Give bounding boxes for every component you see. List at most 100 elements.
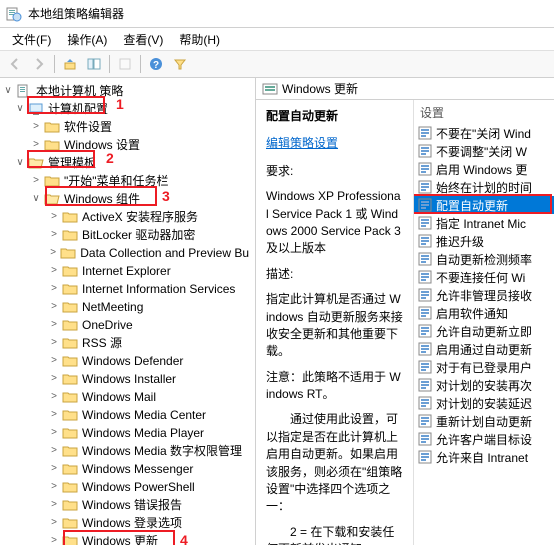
help-button[interactable]: ? [145,53,167,75]
setting-label: 配置自动更新 [436,197,508,214]
tree-toggle[interactable]: > [48,208,60,226]
setting-item[interactable]: 允许客户端目标设 [414,430,554,448]
tree-toggle[interactable]: ∨ [14,100,26,118]
filter-button[interactable] [169,53,191,75]
tree-pane[interactable]: ∨本地计算机 策略∨计算机配置>软件设置>Windows 设置∨管理模板>"开始… [0,78,256,545]
tree-item-0[interactable]: >ActiveX 安装程序服务 [0,208,255,226]
setting-item[interactable]: 对计划的安装再次 [414,376,554,394]
tree-item-6[interactable]: >OneDrive [0,316,255,334]
menu-help[interactable]: 帮助(H) [171,29,228,50]
setting-item[interactable]: 推迟升级 [414,232,554,250]
tree-toggle[interactable]: > [48,388,60,406]
setting-item[interactable]: 启用通过自动更新 [414,340,554,358]
toolbar-separator [109,55,110,73]
export-button[interactable] [114,53,136,75]
setting-item[interactable]: 对于有已登录用户 [414,358,554,376]
tree-item-5[interactable]: >NetMeeting [0,298,255,316]
tree-toggle[interactable]: > [48,424,60,442]
tree-item-13[interactable]: > Windows Media 数字权限管理 [0,442,255,460]
tree-toggle[interactable]: > [48,460,60,478]
setting-item[interactable]: 配置自动更新 [414,196,554,214]
setting-item[interactable]: 不要在"关闭 Wind [414,124,554,142]
tree-toggle[interactable]: > [48,370,60,388]
tree-toggle[interactable]: > [48,316,60,334]
tree-root-node[interactable]: ∨本地计算机 策略 [0,82,255,100]
setting-item[interactable]: 自动更新检测频率 [414,250,554,268]
tree-item-15[interactable]: >Windows PowerShell [0,478,255,496]
setting-item[interactable]: 指定 Intranet Mic [414,214,554,232]
policy-icon [418,162,432,176]
tree-toggle[interactable]: > [48,352,60,370]
tree-item-10[interactable]: >Windows Mail [0,388,255,406]
menu-action[interactable]: 操作(A) [59,29,115,50]
folder-icon [44,173,60,189]
tree-item-9[interactable]: >Windows Installer [0,370,255,388]
folder-icon [62,299,78,315]
tree-windows-components[interactable]: ∨ Windows 组件 [0,190,255,208]
tree-toggle[interactable]: ∨ [14,154,26,172]
tree-item-18[interactable]: >Windows 更新 [0,532,255,545]
up-button[interactable] [59,53,81,75]
menu-view[interactable]: 查看(V) [115,29,171,50]
tree-item-12[interactable]: >Windows Media Player [0,424,255,442]
setting-item[interactable]: 始终在计划的时间 [414,178,554,196]
tree-toggle[interactable]: > [48,334,60,352]
tree-toggle[interactable]: > [48,298,60,316]
tree-toggle[interactable]: > [48,478,60,496]
tree-toggle[interactable]: > [48,442,60,460]
policy-icon [418,414,432,428]
tree-item-label: Windows Media 数字权限管理 [80,442,244,460]
setting-item[interactable]: 启用软件通知 [414,304,554,322]
tree-item-1[interactable]: >BitLocker 驱动器加密 [0,226,255,244]
settings-column-header[interactable]: 设置 [414,100,554,122]
tree-toggle[interactable]: > [48,280,60,298]
policy-icon [418,216,432,230]
tree-toggle[interactable]: > [48,406,60,424]
tree-item-14[interactable]: >Windows Messenger [0,460,255,478]
setting-item[interactable]: 不要调整"关闭 W [414,142,554,160]
back-button[interactable] [4,53,26,75]
setting-item[interactable]: 允许自动更新立即 [414,322,554,340]
tree-toggle[interactable]: > [48,532,60,545]
tree-toggle[interactable]: > [30,172,42,190]
tree-start-menu[interactable]: >"开始"菜单和任务栏 [0,172,255,190]
tree-toggle[interactable]: > [48,262,60,280]
tree-item-17[interactable]: >Windows 登录选项 [0,514,255,532]
tree-toggle[interactable]: > [30,118,42,136]
tree-toggle[interactable]: > [48,514,60,532]
policy-icon [418,324,432,338]
setting-item[interactable]: 对计划的安装延迟 [414,394,554,412]
setting-item[interactable]: 允许非管理员接收 [414,286,554,304]
setting-item[interactable]: 启用 Windows 更 [414,160,554,178]
gpedit-icon [6,6,22,22]
tree-item-7[interactable]: >RSS 源 [0,334,255,352]
setting-label: 对计划的安装延迟 [436,395,532,412]
tree-toggle[interactable]: > [30,136,42,154]
tree-item-11[interactable]: >Windows Media Center [0,406,255,424]
settings-list[interactable]: 不要在"关闭 Wind不要调整"关闭 W启用 Windows 更始终在计划的时间… [414,122,554,468]
tree-toggle[interactable]: ∨ [30,190,42,208]
setting-item[interactable]: 重新计划自动更新 [414,412,554,430]
menu-file[interactable]: 文件(F) [4,29,59,50]
tree-item-4[interactable]: >Internet Information Services [0,280,255,298]
tree-toggle[interactable]: > [48,496,60,514]
tree-item-16[interactable]: >Windows 错误报告 [0,496,255,514]
tree-admin-templates[interactable]: ∨管理模板 [0,154,255,172]
policy-icon [418,180,432,194]
edit-policy-link[interactable]: 编辑策略设置 [266,135,338,152]
tree-item-label: Windows 组件 [62,190,142,208]
show-hide-tree-button[interactable] [83,53,105,75]
tree-computer-config[interactable]: ∨计算机配置 [0,100,255,118]
tree-item-8[interactable]: >Windows Defender [0,352,255,370]
tree-toggle[interactable]: > [48,226,60,244]
tree-windows-settings[interactable]: >Windows 设置 [0,136,255,154]
tree-item-2[interactable]: >Data Collection and Preview Bu [0,244,255,262]
tree-toggle[interactable]: ∨ [2,82,14,100]
forward-button[interactable] [28,53,50,75]
setting-label: 允许来自 Intranet [436,449,528,466]
setting-item[interactable]: 不要连接任何 Wi [414,268,554,286]
tree-toggle[interactable]: > [48,244,58,262]
tree-item-3[interactable]: >Internet Explorer [0,262,255,280]
tree-software-settings[interactable]: >软件设置 [0,118,255,136]
setting-item[interactable]: 允许来自 Intranet [414,448,554,466]
